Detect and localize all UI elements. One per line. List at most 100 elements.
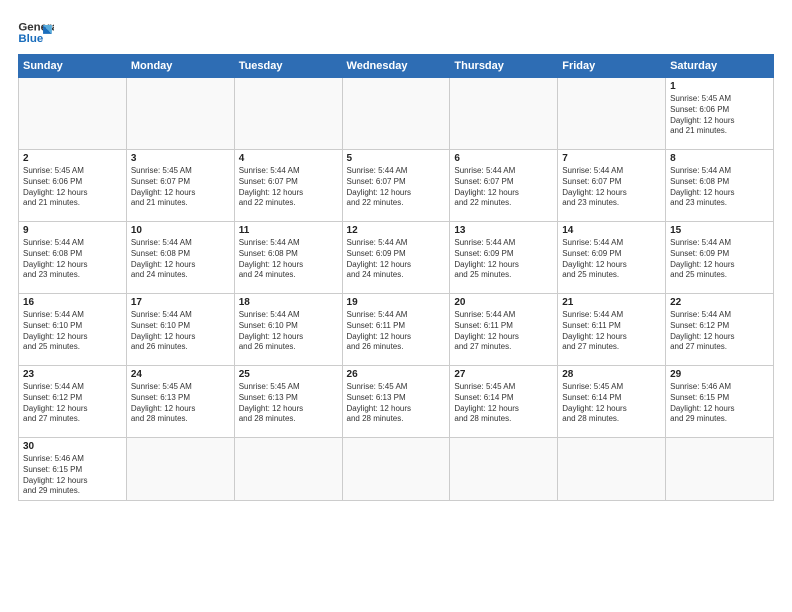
day-number: 30	[23, 441, 122, 452]
calendar-cell: 11Sunrise: 5:44 AM Sunset: 6:08 PM Dayli…	[234, 222, 342, 294]
calendar-cell: 8Sunrise: 5:44 AM Sunset: 6:08 PM Daylig…	[666, 150, 774, 222]
day-info: Sunrise: 5:44 AM Sunset: 6:09 PM Dayligh…	[454, 238, 553, 281]
calendar-cell	[666, 438, 774, 501]
calendar-cell: 10 Sunrise: 5:44 AM Sunset: 6:08 PM Dayli…	[126, 222, 234, 294]
day-number: 2	[23, 153, 122, 164]
calendar-cell	[126, 438, 234, 501]
day-info: Sunrise: 5:45 AM Sunset: 6:14 PM Dayligh…	[562, 382, 661, 425]
day-info: Sunrise: 5:45 AM Sunset: 6:13 PM Dayligh…	[347, 382, 446, 425]
calendar-cell: 15 Sunrise: 5:44 AM Sunset: 6:09 PM Dayli…	[666, 222, 774, 294]
calendar-cell: 7 Sunrise: 5:44 AM Sunset: 6:07 PM Daylig…	[558, 150, 666, 222]
day-number: 16	[23, 297, 122, 308]
weekday-header-thursday: Thursday	[450, 55, 558, 78]
day-info: Sunrise: 5:45 AM Sunset: 6:06 PM Dayligh…	[670, 94, 769, 137]
calendar-cell: 28 Sunrise: 5:45 AM Sunset: 6:14 PM Dayli…	[558, 366, 666, 438]
calendar-cell: 19Sunrise: 5:44 AM Sunset: 6:11 PM Dayli…	[342, 294, 450, 366]
day-info: Sunrise: 5:44 AM Sunset: 6:10 PM Dayligh…	[131, 310, 230, 353]
day-number: 5	[347, 153, 446, 164]
day-number: 8	[670, 153, 769, 164]
day-info: Sunrise: 5:44 AM Sunset: 6:07 PM Dayligh…	[562, 166, 661, 209]
day-info: Sunrise: 5:44 AM Sunset: 6:12 PM Dayligh…	[23, 382, 122, 425]
day-number: 19	[347, 297, 446, 308]
day-number: 20	[454, 297, 553, 308]
calendar-cell: 25Sunrise: 5:45 AM Sunset: 6:13 PM Dayli…	[234, 366, 342, 438]
calendar-cell: 3 Sunrise: 5:45 AM Sunset: 6:07 PM Daylig…	[126, 150, 234, 222]
day-info: Sunrise: 5:44 AM Sunset: 6:11 PM Dayligh…	[454, 310, 553, 353]
day-number: 14	[562, 225, 661, 236]
day-number: 24	[131, 369, 230, 380]
calendar-week-row: 2Sunrise: 5:45 AM Sunset: 6:06 PM Daylig…	[19, 150, 774, 222]
calendar-cell: 24 Sunrise: 5:45 AM Sunset: 6:13 PM Dayli…	[126, 366, 234, 438]
day-number: 23	[23, 369, 122, 380]
weekday-header-wednesday: Wednesday	[342, 55, 450, 78]
calendar-cell	[19, 78, 127, 150]
day-number: 6	[454, 153, 553, 164]
calendar-cell	[450, 78, 558, 150]
day-number: 11	[239, 225, 338, 236]
calendar-cell: 30 Sunrise: 5:46 AM Sunset: 6:15 PM Dayli…	[19, 438, 127, 501]
day-number: 10	[131, 225, 230, 236]
day-info: Sunrise: 5:45 AM Sunset: 6:13 PM Dayligh…	[131, 382, 230, 425]
weekday-header-tuesday: Tuesday	[234, 55, 342, 78]
day-info: Sunrise: 5:45 AM Sunset: 6:07 PM Dayligh…	[131, 166, 230, 209]
weekday-header-friday: Friday	[558, 55, 666, 78]
day-number: 29	[670, 369, 769, 380]
day-info: Sunrise: 5:45 AM Sunset: 6:14 PM Dayligh…	[454, 382, 553, 425]
day-info: Sunrise: 5:44 AM Sunset: 6:09 PM Dayligh…	[347, 238, 446, 281]
header: General Blue	[18, 18, 774, 48]
day-info: Sunrise: 5:45 AM Sunset: 6:13 PM Dayligh…	[239, 382, 338, 425]
svg-text:Blue: Blue	[18, 33, 43, 45]
day-number: 28	[562, 369, 661, 380]
day-number: 9	[23, 225, 122, 236]
calendar-week-row: 16 Sunrise: 5:44 AM Sunset: 6:10 PM Dayli…	[19, 294, 774, 366]
day-number: 7	[562, 153, 661, 164]
calendar-cell: 27 Sunrise: 5:45 AM Sunset: 6:14 PM Dayli…	[450, 366, 558, 438]
weekday-header-monday: Monday	[126, 55, 234, 78]
calendar-cell: 21Sunrise: 5:44 AM Sunset: 6:11 PM Dayli…	[558, 294, 666, 366]
calendar-cell: 14 Sunrise: 5:44 AM Sunset: 6:09 PM Dayli…	[558, 222, 666, 294]
day-number: 18	[239, 297, 338, 308]
day-info: Sunrise: 5:44 AM Sunset: 6:07 PM Dayligh…	[347, 166, 446, 209]
calendar-cell: 22 Sunrise: 5:44 AM Sunset: 6:12 PM Dayli…	[666, 294, 774, 366]
weekday-header-sunday: Sunday	[19, 55, 127, 78]
calendar-cell: 4Sunrise: 5:44 AM Sunset: 6:07 PM Daylig…	[234, 150, 342, 222]
calendar-cell	[234, 78, 342, 150]
calendar-week-row: 1 Sunrise: 5:45 AM Sunset: 6:06 PM Daylig…	[19, 78, 774, 150]
day-info: Sunrise: 5:46 AM Sunset: 6:15 PM Dayligh…	[23, 454, 122, 497]
calendar-cell	[234, 438, 342, 501]
day-number: 17	[131, 297, 230, 308]
calendar-cell: 17 Sunrise: 5:44 AM Sunset: 6:10 PM Dayli…	[126, 294, 234, 366]
calendar-cell: 9 Sunrise: 5:44 AM Sunset: 6:08 PM Daylig…	[19, 222, 127, 294]
day-info: Sunrise: 5:44 AM Sunset: 6:08 PM Dayligh…	[131, 238, 230, 281]
day-number: 13	[454, 225, 553, 236]
day-number: 1	[670, 81, 769, 92]
weekday-header-row: SundayMondayTuesdayWednesdayThursdayFrid…	[19, 55, 774, 78]
calendar-cell: 5 Sunrise: 5:44 AM Sunset: 6:07 PM Daylig…	[342, 150, 450, 222]
calendar-cell	[558, 78, 666, 150]
page: General Blue SundayMondayTuesdayWednesda…	[0, 0, 792, 511]
day-info: Sunrise: 5:44 AM Sunset: 6:10 PM Dayligh…	[239, 310, 338, 353]
day-info: Sunrise: 5:44 AM Sunset: 6:09 PM Dayligh…	[562, 238, 661, 281]
calendar-cell	[342, 78, 450, 150]
calendar-week-row: 30 Sunrise: 5:46 AM Sunset: 6:15 PM Dayli…	[19, 438, 774, 501]
calendar-cell	[450, 438, 558, 501]
day-info: Sunrise: 5:44 AM Sunset: 6:08 PM Dayligh…	[23, 238, 122, 281]
calendar-cell	[342, 438, 450, 501]
logo: General Blue	[18, 18, 54, 48]
calendar-cell: 13 Sunrise: 5:44 AM Sunset: 6:09 PM Dayli…	[450, 222, 558, 294]
day-info: Sunrise: 5:44 AM Sunset: 6:07 PM Dayligh…	[454, 166, 553, 209]
day-info: Sunrise: 5:44 AM Sunset: 6:12 PM Dayligh…	[670, 310, 769, 353]
calendar-cell: 2Sunrise: 5:45 AM Sunset: 6:06 PM Daylig…	[19, 150, 127, 222]
day-number: 27	[454, 369, 553, 380]
day-info: Sunrise: 5:44 AM Sunset: 6:09 PM Dayligh…	[670, 238, 769, 281]
weekday-header-saturday: Saturday	[666, 55, 774, 78]
day-number: 22	[670, 297, 769, 308]
day-number: 15	[670, 225, 769, 236]
calendar-cell: 16Sunrise: 5:44 AM Sunset: 6:10 PM Dayli…	[19, 294, 127, 366]
calendar-week-row: 9 Sunrise: 5:44 AM Sunset: 6:08 PM Daylig…	[19, 222, 774, 294]
day-number: 3	[131, 153, 230, 164]
calendar-cell: 20 Sunrise: 5:44 AM Sunset: 6:11 PM Dayli…	[450, 294, 558, 366]
calendar-cell: 1 Sunrise: 5:45 AM Sunset: 6:06 PM Daylig…	[666, 78, 774, 150]
calendar-cell	[558, 438, 666, 501]
calendar-cell: 23 Sunrise: 5:44 AM Sunset: 6:12 PM Dayli…	[19, 366, 127, 438]
